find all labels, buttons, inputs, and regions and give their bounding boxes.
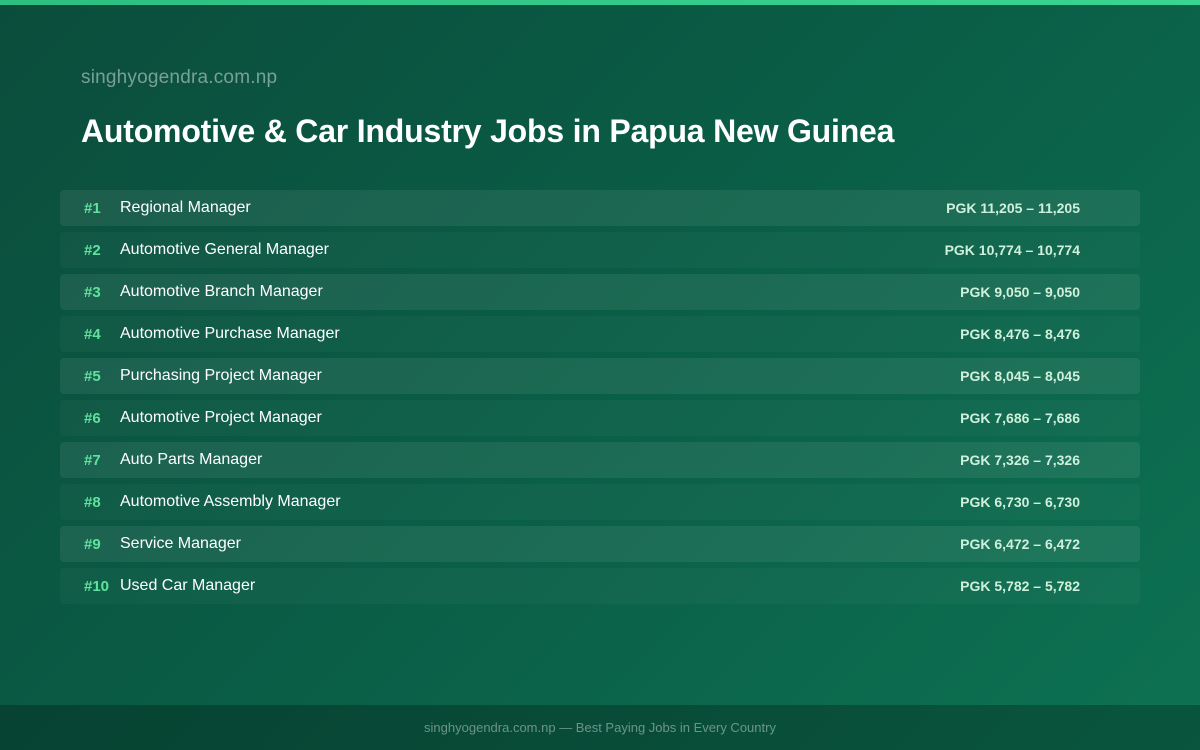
job-row: #6 Automotive Project Manager PGK 7,686 … xyxy=(60,400,1140,436)
job-rank: #6 xyxy=(84,409,101,427)
job-title: Automotive Assembly Manager xyxy=(120,493,341,510)
job-title: Regional Manager xyxy=(120,199,251,216)
job-title: Service Manager xyxy=(120,535,241,552)
job-rank: #1 xyxy=(84,199,101,217)
job-row: #7 Auto Parts Manager PGK 7,326 – 7,326 xyxy=(60,442,1140,478)
job-title: Auto Parts Manager xyxy=(120,451,263,468)
job-rank: #4 xyxy=(84,325,101,343)
job-salary: PGK 6,472 – 6,472 xyxy=(960,536,1080,552)
job-rank: #7 xyxy=(84,451,101,469)
job-salary: PGK 5,782 – 5,782 xyxy=(960,578,1080,594)
job-title: Purchasing Project Manager xyxy=(120,367,322,384)
job-row: #5 Purchasing Project Manager PGK 8,045 … xyxy=(60,358,1140,394)
job-rank: #3 xyxy=(84,283,101,301)
footer: singhyogendra.com.np — Best Paying Jobs … xyxy=(0,705,1200,750)
footer-text: singhyogendra.com.np — Best Paying Jobs … xyxy=(424,720,776,735)
job-row: #8 Automotive Assembly Manager PGK 6,730… xyxy=(60,484,1140,520)
job-salary: PGK 11,205 – 11,205 xyxy=(946,200,1080,216)
site-name: singhyogendra.com.np xyxy=(81,67,278,88)
job-rank: #9 xyxy=(84,535,101,553)
job-row: #10 Used Car Manager PGK 5,782 – 5,782 xyxy=(60,568,1140,604)
job-row: #2 Automotive General Manager PGK 10,774… xyxy=(60,232,1140,268)
job-row: #9 Service Manager PGK 6,472 – 6,472 xyxy=(60,526,1140,562)
job-salary: PGK 9,050 – 9,050 xyxy=(960,284,1080,300)
job-title: Used Car Manager xyxy=(120,577,256,594)
job-salary: PGK 7,686 – 7,686 xyxy=(960,410,1080,426)
job-title: Automotive Branch Manager xyxy=(120,283,323,300)
top-accent-bar xyxy=(0,0,1200,5)
job-title: Automotive Project Manager xyxy=(120,409,322,426)
job-rank: #2 xyxy=(84,241,101,259)
job-salary: PGK 7,326 – 7,326 xyxy=(960,452,1080,468)
job-row: #1 Regional Manager PGK 11,205 – 11,205 xyxy=(60,190,1140,226)
job-list: #1 Regional Manager PGK 11,205 – 11,205 … xyxy=(60,190,1140,610)
job-rank: #8 xyxy=(84,493,101,511)
job-row: #4 Automotive Purchase Manager PGK 8,476… xyxy=(60,316,1140,352)
job-title: Automotive General Manager xyxy=(120,241,329,258)
job-title: Automotive Purchase Manager xyxy=(120,325,340,342)
job-salary: PGK 6,730 – 6,730 xyxy=(960,494,1080,510)
job-row: #3 Automotive Branch Manager PGK 9,050 –… xyxy=(60,274,1140,310)
job-rank: #10 xyxy=(84,577,110,595)
job-salary: PGK 8,045 – 8,045 xyxy=(960,368,1080,384)
job-rank: #5 xyxy=(84,367,101,385)
job-salary: PGK 10,774 – 10,774 xyxy=(944,242,1080,258)
job-salary: PGK 8,476 – 8,476 xyxy=(960,326,1080,342)
page-title: Automotive & Car Industry Jobs in Papua … xyxy=(81,113,895,149)
